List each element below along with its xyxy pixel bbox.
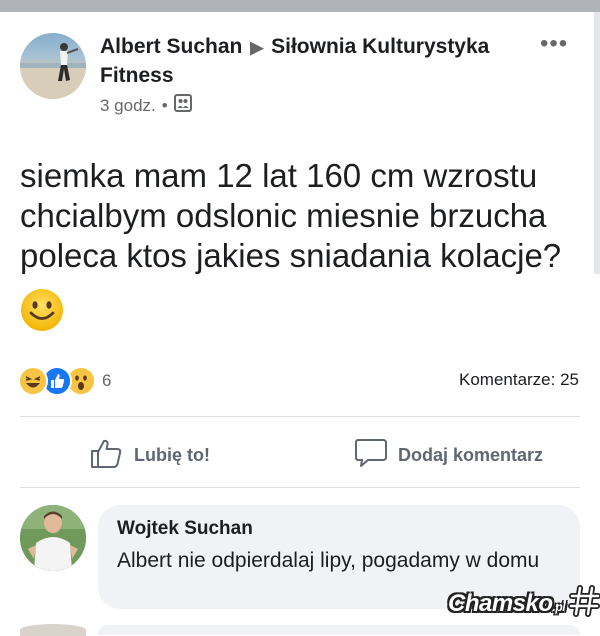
arrow-right-icon: ▶ bbox=[250, 38, 264, 57]
watermark-text: Chamsko.pl bbox=[448, 589, 566, 618]
meta-separator: • bbox=[161, 96, 168, 115]
comment-label: Dodaj komentarz bbox=[398, 445, 544, 465]
like-button[interactable]: Lubię to! bbox=[90, 437, 210, 474]
right-edge bbox=[594, 12, 600, 274]
comment-text: Albert nie odpierdalaj lipy, pogadamy w … bbox=[117, 549, 540, 572]
watermark-suffix: .pl bbox=[552, 599, 566, 614]
divider bbox=[20, 487, 580, 488]
watermark: Chamsko.pl bbox=[448, 584, 600, 623]
comments-count[interactable]: Komentarze: 25 bbox=[459, 370, 579, 390]
divider bbox=[20, 416, 580, 417]
post-time[interactable]: 3 godz. bbox=[100, 95, 156, 117]
thumbs-up-icon bbox=[90, 437, 124, 474]
post-header-title: Albert Suchan ▶ Siłownia Kulturystyka Fi… bbox=[100, 33, 520, 90]
author-name[interactable]: Albert Suchan bbox=[100, 35, 242, 58]
next-comment-avatar bbox=[20, 624, 86, 636]
add-comment-button[interactable]: Dodaj komentarz bbox=[354, 437, 543, 474]
post-meta: 3 godz. • bbox=[100, 94, 192, 118]
commenter-name[interactable]: Wojtek Suchan bbox=[117, 518, 253, 540]
reactions-count: 6 bbox=[102, 371, 112, 390]
reactions-summary[interactable]: 6 bbox=[18, 366, 111, 396]
top-bar bbox=[0, 0, 600, 12]
watermark-main: Chamsko bbox=[448, 589, 553, 617]
audience-icon bbox=[173, 94, 192, 118]
smile-emoji-icon bbox=[20, 288, 64, 332]
like-label: Lubię to! bbox=[134, 445, 210, 465]
post-text: siemka mam 12 lat 160 cm wzrostu chcialb… bbox=[20, 157, 562, 274]
author-avatar[interactable] bbox=[20, 33, 86, 99]
comment-bubble-icon bbox=[354, 437, 388, 474]
more-options-icon[interactable]: ••• bbox=[540, 32, 568, 56]
laugh-reaction-icon bbox=[18, 366, 48, 396]
next-comment-bubble bbox=[98, 625, 580, 635]
hash-logo-icon bbox=[568, 584, 600, 623]
commenter-avatar[interactable] bbox=[20, 505, 86, 571]
